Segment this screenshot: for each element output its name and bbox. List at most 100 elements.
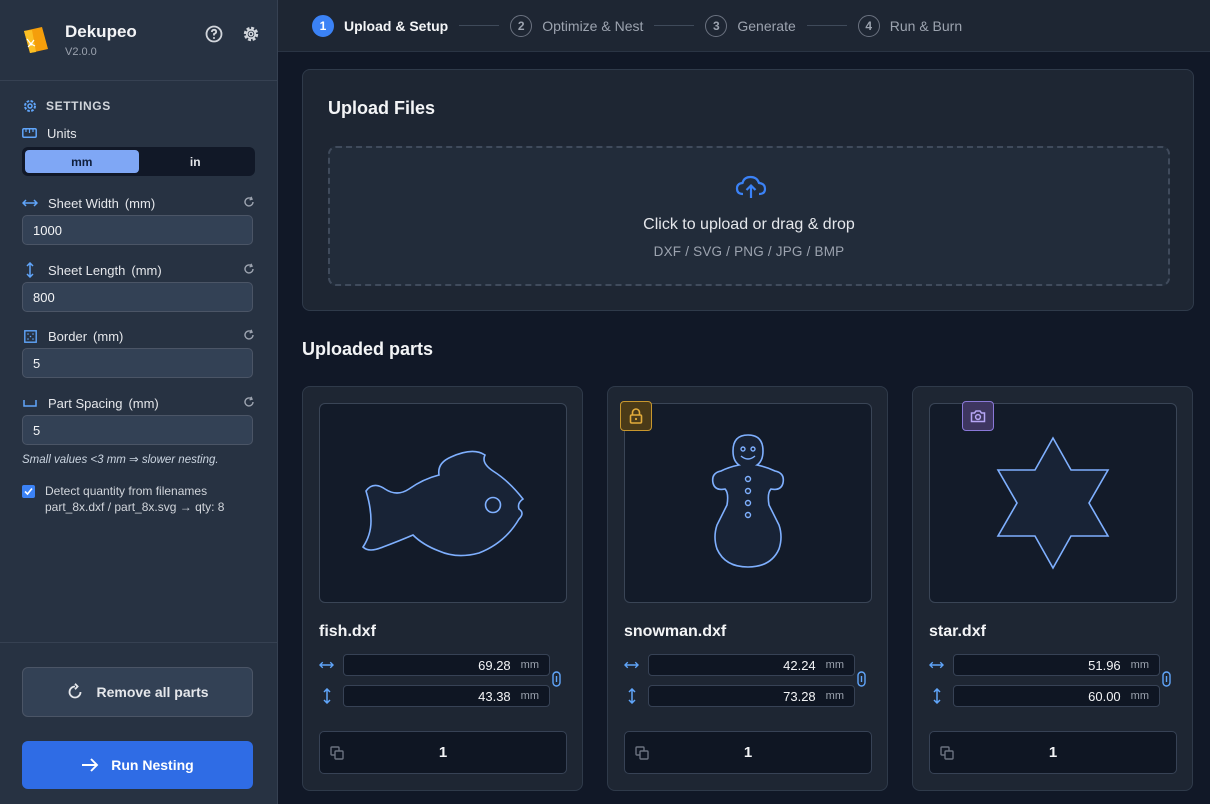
help-icon [205,25,223,43]
upload-files-card: Upload Files Click to upload or drag & d… [302,69,1194,311]
sheet-width-label: Sheet Width [48,195,119,211]
units-in-button[interactable]: in [139,150,253,173]
part-width-value: 51.96 [1088,657,1121,673]
copies-icon [940,746,954,760]
horizontal-arrows-icon [22,199,38,207]
border-input[interactable] [22,348,253,378]
step-label: Optimize & Nest [542,17,644,34]
sidebar: Dekupeo V2.0.0 SETTINGS Units mm in Shee… [0,0,278,804]
aspect-lock-button[interactable] [1162,671,1171,692]
run-nesting-button[interactable]: Run Nesting [22,741,253,789]
part-quantity-input[interactable]: 1 [624,731,872,774]
part-spacing-input[interactable] [22,415,253,445]
detect-quantity-example: part_8x.dxf / part_8x.svg → qty: 8 [45,500,225,514]
part-height-input[interactable]: 43.38 mm [343,685,550,707]
image-source-badge[interactable] [962,401,994,431]
locked-badge[interactable] [620,401,652,431]
part-card: star.dxf 51.96 mm 60.00 mm 1 [912,386,1193,791]
part-quantity-value: 1 [743,744,753,761]
step-connector [806,25,847,26]
part-height-input[interactable]: 73.28 mm [648,685,855,707]
step-label: Run & Burn [889,17,963,34]
part-width-input[interactable]: 69.28 mm [343,654,550,676]
checkmark-icon [24,487,33,496]
step-generate[interactable]: 3 Generate [705,14,796,37]
sheet-length-field: Sheet Length (mm) [22,260,255,312]
part-height-input[interactable]: 60.00 mm [953,685,1160,707]
copies-icon [635,746,649,760]
part-preview[interactable] [620,401,872,603]
link-icon [1162,671,1171,687]
border-unit: (mm) [93,328,124,344]
part-preview[interactable] [319,403,567,603]
part-card: snowman.dxf 42.24 mm 73.28 mm 1 [607,386,888,791]
remove-all-parts-label: Remove all parts [96,684,209,700]
aspect-lock-button[interactable] [857,671,866,692]
sheet-length-input[interactable] [22,282,253,312]
reset-icon [244,329,254,340]
run-nesting-label: Run Nesting [111,757,194,773]
part-spacing-label: Part Spacing [48,395,123,411]
part-width-unit: mm [520,659,539,671]
vertical-arrows-icon [26,262,34,278]
reset-icon [244,196,254,207]
step-label: Upload & Setup [344,17,449,34]
help-button[interactable] [204,24,224,44]
settings-heading-text: SETTINGS [46,99,111,113]
part-spacing-field: Part Spacing (mm) [22,393,255,445]
part-preview[interactable] [929,401,1177,603]
part-height-value: 43.38 [478,688,511,704]
sheet-length-reset-button[interactable] [243,263,255,278]
spacing-icon [23,400,37,407]
step-connector [654,25,695,26]
part-height-unit: mm [520,690,539,702]
part-quantity-input[interactable]: 1 [319,731,567,774]
part-spacing-unit: (mm) [128,395,159,411]
part-width-input[interactable]: 51.96 mm [953,654,1160,676]
vertical-arrows-icon [932,688,941,704]
upload-dropzone[interactable]: Click to upload or drag & drop DXF / SVG… [328,146,1170,286]
step-connector [459,25,500,26]
sheet-width-reset-button[interactable] [243,196,255,211]
cloud-upload-icon [735,175,767,198]
uploaded-parts-title: Uploaded parts [302,339,434,359]
part-name: fish.dxf [319,623,376,640]
part-width-unit: mm [825,659,844,671]
part-quantity-value: 1 [438,744,448,761]
aspect-lock-button[interactable] [552,671,561,692]
sidebar-actions: Remove all parts Run Nesting [0,642,277,789]
step-optimize-nest[interactable]: 2 Optimize & Nest [510,14,644,37]
part-width-value: 42.24 [783,657,816,673]
copies-icon [330,746,344,760]
app-name: Dekupeo [65,22,137,41]
gear-icon [243,26,259,42]
units-label: Units [22,125,255,141]
link-icon [552,671,561,687]
upload-files-title: Upload Files [328,98,436,118]
arrow-right-icon [82,758,99,772]
refresh-icon [69,683,82,699]
border-icon [23,329,37,343]
part-height-unit: mm [825,690,844,702]
horizontal-arrows-icon [319,661,334,669]
units-label-text: Units [47,125,77,141]
detect-quantity-option: Detect quantity from filenames part_8x.d… [22,483,255,515]
link-icon [857,671,866,687]
border-reset-button[interactable] [243,329,255,344]
lock-icon [629,408,643,424]
step-run-burn[interactable]: 4 Run & Burn [857,14,963,37]
sheet-width-input[interactable] [22,215,253,245]
remove-all-parts-button[interactable]: Remove all parts [22,667,253,717]
part-width-value: 69.28 [478,657,511,673]
part-quantity-input[interactable]: 1 [929,731,1177,774]
settings-button[interactable] [241,24,261,44]
detect-quantity-checkbox[interactable] [22,485,35,498]
part-spacing-reset-button[interactable] [243,396,255,411]
step-upload-setup[interactable]: 1 Upload & Setup [312,14,449,37]
units-mm-button[interactable]: mm [25,150,139,173]
step-number: 1 [312,14,334,37]
upload-formats: DXF / SVG / PNG / JPG / BMP [653,244,845,259]
reset-icon [244,263,254,274]
step-label: Generate [737,17,796,34]
part-width-input[interactable]: 42.24 mm [648,654,855,676]
